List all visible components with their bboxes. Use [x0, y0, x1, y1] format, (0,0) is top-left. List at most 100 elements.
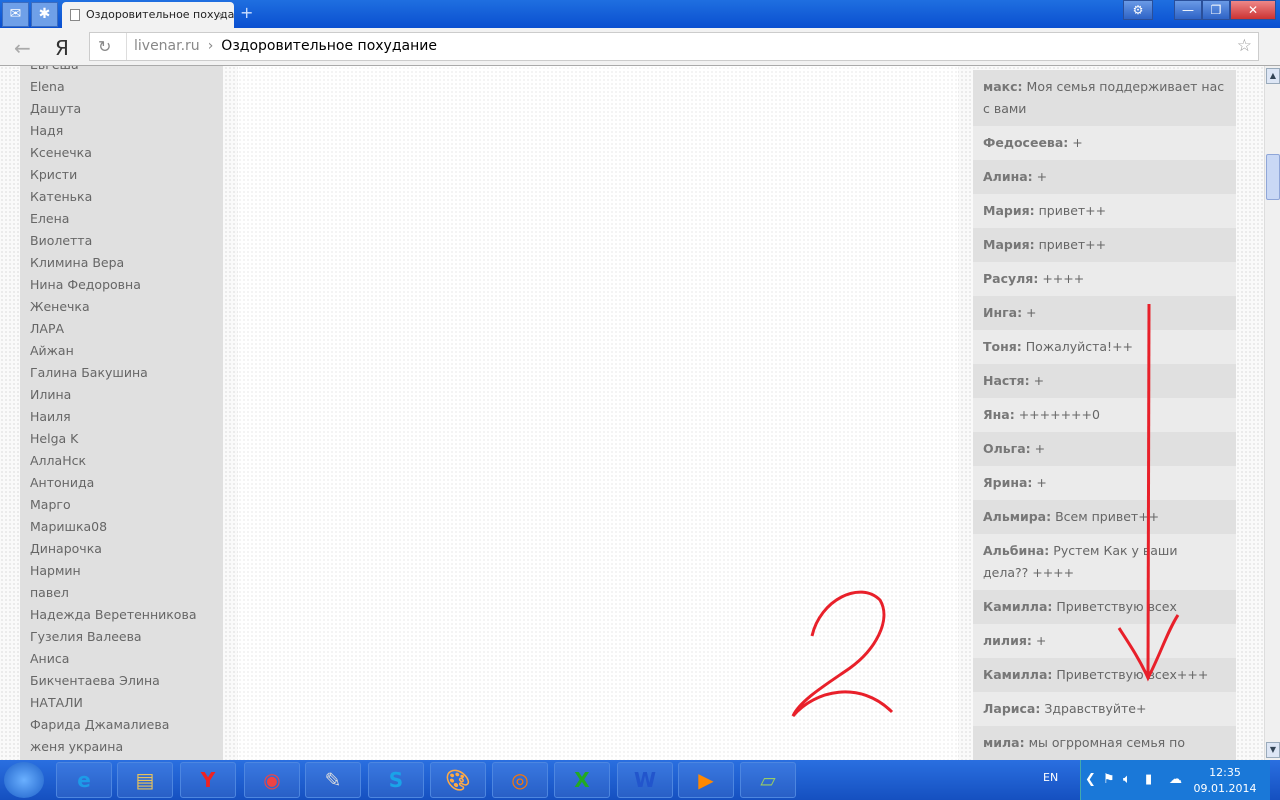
pinned-tab-icon[interactable]: ✱	[31, 2, 58, 27]
user-link[interactable]: Наиля	[30, 406, 223, 428]
user-link[interactable]: Галина Бакушина	[30, 362, 223, 384]
chat-author[interactable]: Инга:	[983, 305, 1022, 320]
chat-message: макс: Моя семья поддерживает нас с вами	[973, 70, 1236, 126]
user-link[interactable]: Антонида	[30, 472, 223, 494]
language-indicator[interactable]: EN	[1043, 771, 1058, 784]
taskbar-app-notes[interactable]: ▱	[740, 762, 796, 798]
tab-active[interactable]: Оздоровительное похудание ×	[62, 2, 234, 28]
signal-icon[interactable]: ▮	[1145, 772, 1152, 787]
user-link[interactable]: Марго	[30, 494, 223, 516]
user-link[interactable]: павел	[30, 582, 223, 604]
user-link[interactable]: Надя	[30, 120, 223, 142]
chat-text: +	[1033, 373, 1045, 388]
user-link[interactable]: Надежда Веретенникова	[30, 604, 223, 626]
chat-message: Расуля: ++++	[973, 262, 1236, 296]
user-link[interactable]: АллаНск	[30, 450, 223, 472]
close-button[interactable]: ✕	[1230, 0, 1276, 20]
taskbar-app-yandex[interactable]: Y	[180, 762, 236, 798]
user-link[interactable]: Аниса	[30, 648, 223, 670]
user-link[interactable]: Helga K	[30, 428, 223, 450]
user-link[interactable]: Елена	[30, 208, 223, 230]
user-link[interactable]: Евгеша	[30, 66, 223, 76]
chat-author[interactable]: Лариса:	[983, 701, 1040, 716]
chat-author[interactable]: Настя:	[983, 373, 1030, 388]
taskbar-app-media-player[interactable]: ▶	[678, 762, 734, 798]
user-link[interactable]: Нармин	[30, 560, 223, 582]
network-icon[interactable]: ☁	[1169, 772, 1182, 787]
chat-author[interactable]: мила:	[983, 735, 1025, 750]
bookmark-star-icon[interactable]: ☆	[1237, 33, 1252, 60]
settings-button[interactable]: ⚙	[1123, 0, 1153, 20]
user-link[interactable]: Кристи	[30, 164, 223, 186]
user-link[interactable]: Ксенечка	[30, 142, 223, 164]
reload-icon[interactable]: ↻	[98, 33, 111, 60]
chat-author[interactable]: Яна:	[983, 407, 1015, 422]
user-link[interactable]: Нина Федоровна	[30, 274, 223, 296]
user-link[interactable]: Женечка	[30, 296, 223, 318]
user-link[interactable]: Дашута	[30, 98, 223, 120]
user-link[interactable]: Илина	[30, 384, 223, 406]
chat-author[interactable]: Тоня:	[983, 339, 1022, 354]
chat-author[interactable]: Федосеева:	[983, 135, 1068, 150]
chat-author[interactable]: Ольга:	[983, 441, 1031, 456]
chat-text: +	[1034, 441, 1046, 456]
user-link[interactable]: ЛАРА	[30, 318, 223, 340]
user-link[interactable]: Бикчентаева Элина	[30, 670, 223, 692]
scroll-down-icon[interactable]: ▼	[1266, 742, 1280, 758]
taskbar-app-skype[interactable]: S	[368, 762, 424, 798]
url-text[interactable]: livenar.ru › Оздоровительное похудание	[126, 33, 437, 60]
chat-author[interactable]: Камилла:	[983, 667, 1052, 682]
chat-message: Яна: +++++++0	[973, 398, 1236, 432]
taskbar-app-chrome[interactable]: ◉	[244, 762, 300, 798]
taskbar-app-excel[interactable]: X	[554, 762, 610, 798]
user-link[interactable]: Динарочка	[30, 538, 223, 560]
start-button[interactable]	[4, 762, 44, 798]
taskbar-app-notepad[interactable]: ✎	[305, 762, 361, 798]
taskbar-app-paint[interactable]: 🎨︎	[430, 762, 486, 798]
action-center-flag-icon[interactable]: ⚑	[1103, 772, 1115, 787]
maximize-button[interactable]: ❐	[1202, 0, 1230, 20]
taskbar-app-internet-explorer[interactable]: e	[56, 762, 112, 798]
yandex-logo[interactable]: Я	[55, 36, 69, 60]
chat-message: Мария: привет++	[973, 228, 1236, 262]
chat-author[interactable]: Мария:	[983, 237, 1035, 252]
vertical-scrollbar[interactable]: ▲ ▼	[1264, 66, 1280, 760]
user-link[interactable]: Elena	[30, 76, 223, 98]
taskbar-app-explorer[interactable]: ▤	[117, 762, 173, 798]
new-tab-button[interactable]: +	[240, 3, 253, 22]
back-button[interactable]: ←	[14, 36, 31, 60]
chat-author[interactable]: Альбина:	[983, 543, 1049, 558]
user-link[interactable]: Маришка08	[30, 516, 223, 538]
windows-taskbar: e ▤ Y ◉ ✎ S 🎨︎ ◎ X W ▶ ▱ EN ❮ ⚑ 🔈︎ ▮ ☁ 12:35 09.01.2…	[0, 760, 1280, 800]
chat-message: Лариса: Здравствуйте+	[973, 692, 1236, 726]
user-link[interactable]: Катенька	[30, 186, 223, 208]
chat-author[interactable]: макс:	[983, 79, 1023, 94]
user-link[interactable]: женя украина	[30, 736, 223, 758]
chat-author[interactable]: Алина:	[983, 169, 1033, 184]
scroll-thumb[interactable]	[1266, 154, 1280, 200]
chat-author[interactable]: лилия:	[983, 633, 1032, 648]
scroll-up-icon[interactable]: ▲	[1266, 68, 1280, 84]
chat-author[interactable]: Мария:	[983, 203, 1035, 218]
user-link[interactable]: Виолетта	[30, 230, 223, 252]
mail-icon[interactable]: ✉	[2, 2, 29, 27]
user-link[interactable]: НАТАЛИ	[30, 692, 223, 714]
chat-message: Федосеева: +	[973, 126, 1236, 160]
chat-author[interactable]: Альмира:	[983, 509, 1051, 524]
user-link[interactable]: Климина Вера	[30, 252, 223, 274]
chat-author[interactable]: Расуля:	[983, 271, 1038, 286]
minimize-button[interactable]: —	[1174, 0, 1202, 20]
chat-author[interactable]: Ярина:	[983, 475, 1032, 490]
volume-icon[interactable]: 🔈︎	[1123, 772, 1131, 787]
taskbar-app-firefox[interactable]: ◎	[492, 762, 548, 798]
chat-author[interactable]: Камилла:	[983, 599, 1052, 614]
show-hidden-icons[interactable]: ❮	[1085, 772, 1096, 787]
user-link[interactable]: Айжан	[30, 340, 223, 362]
tab-close-icon[interactable]: ×	[217, 2, 226, 28]
taskbar-app-word[interactable]: W	[617, 762, 673, 798]
url-domain: livenar.ru	[134, 38, 200, 54]
clock[interactable]: 12:35 09.01.2014	[1190, 765, 1260, 797]
user-link[interactable]: Гузелия Валеева	[30, 626, 223, 648]
user-link[interactable]: Фарида Джамалиева	[30, 714, 223, 736]
address-bar[interactable]: ↻ livenar.ru › Оздоровительное похудание ☆	[89, 32, 1259, 61]
